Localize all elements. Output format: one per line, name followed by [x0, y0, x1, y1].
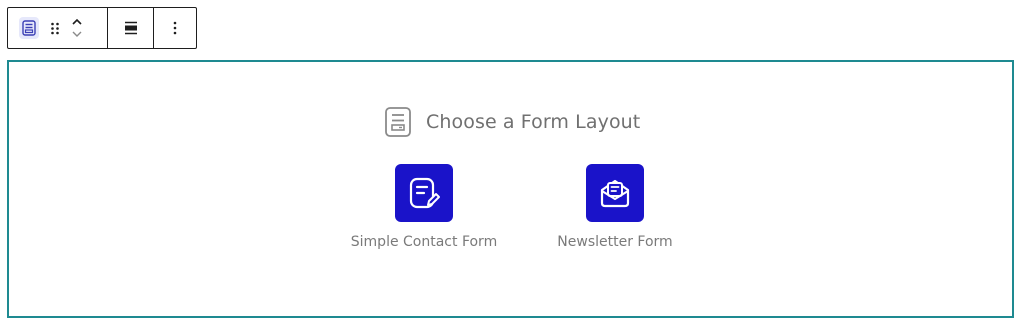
block-controls-group — [8, 8, 108, 48]
chevron-down-icon[interactable] — [70, 28, 84, 40]
option-label: Newsletter Form — [557, 234, 673, 250]
drag-handle-icon[interactable] — [47, 18, 63, 38]
simple-contact-form-option[interactable]: Simple Contact Form — [339, 164, 509, 250]
form-block-placeholder[interactable]: Choose a Form Layout Simple Contact Form… — [7, 60, 1014, 318]
newsletter-form-option[interactable]: Newsletter Form — [547, 164, 683, 250]
more-options-icon[interactable] — [172, 20, 178, 36]
placeholder-title: Choose a Form Layout — [426, 111, 641, 133]
chevron-up-icon[interactable] — [70, 16, 84, 28]
placeholder-heading: Choose a Form Layout — [383, 106, 640, 138]
newsletter-icon[interactable] — [586, 164, 644, 222]
form-block-icon[interactable] — [19, 17, 39, 39]
block-toolbar — [7, 7, 197, 49]
block-movers — [69, 16, 85, 40]
form-layout-icon — [383, 106, 413, 138]
contact-form-icon[interactable] — [395, 164, 453, 222]
align-group — [108, 8, 154, 48]
option-label: Simple Contact Form — [350, 234, 498, 250]
more-group — [154, 8, 196, 48]
align-center-icon[interactable] — [123, 20, 139, 36]
